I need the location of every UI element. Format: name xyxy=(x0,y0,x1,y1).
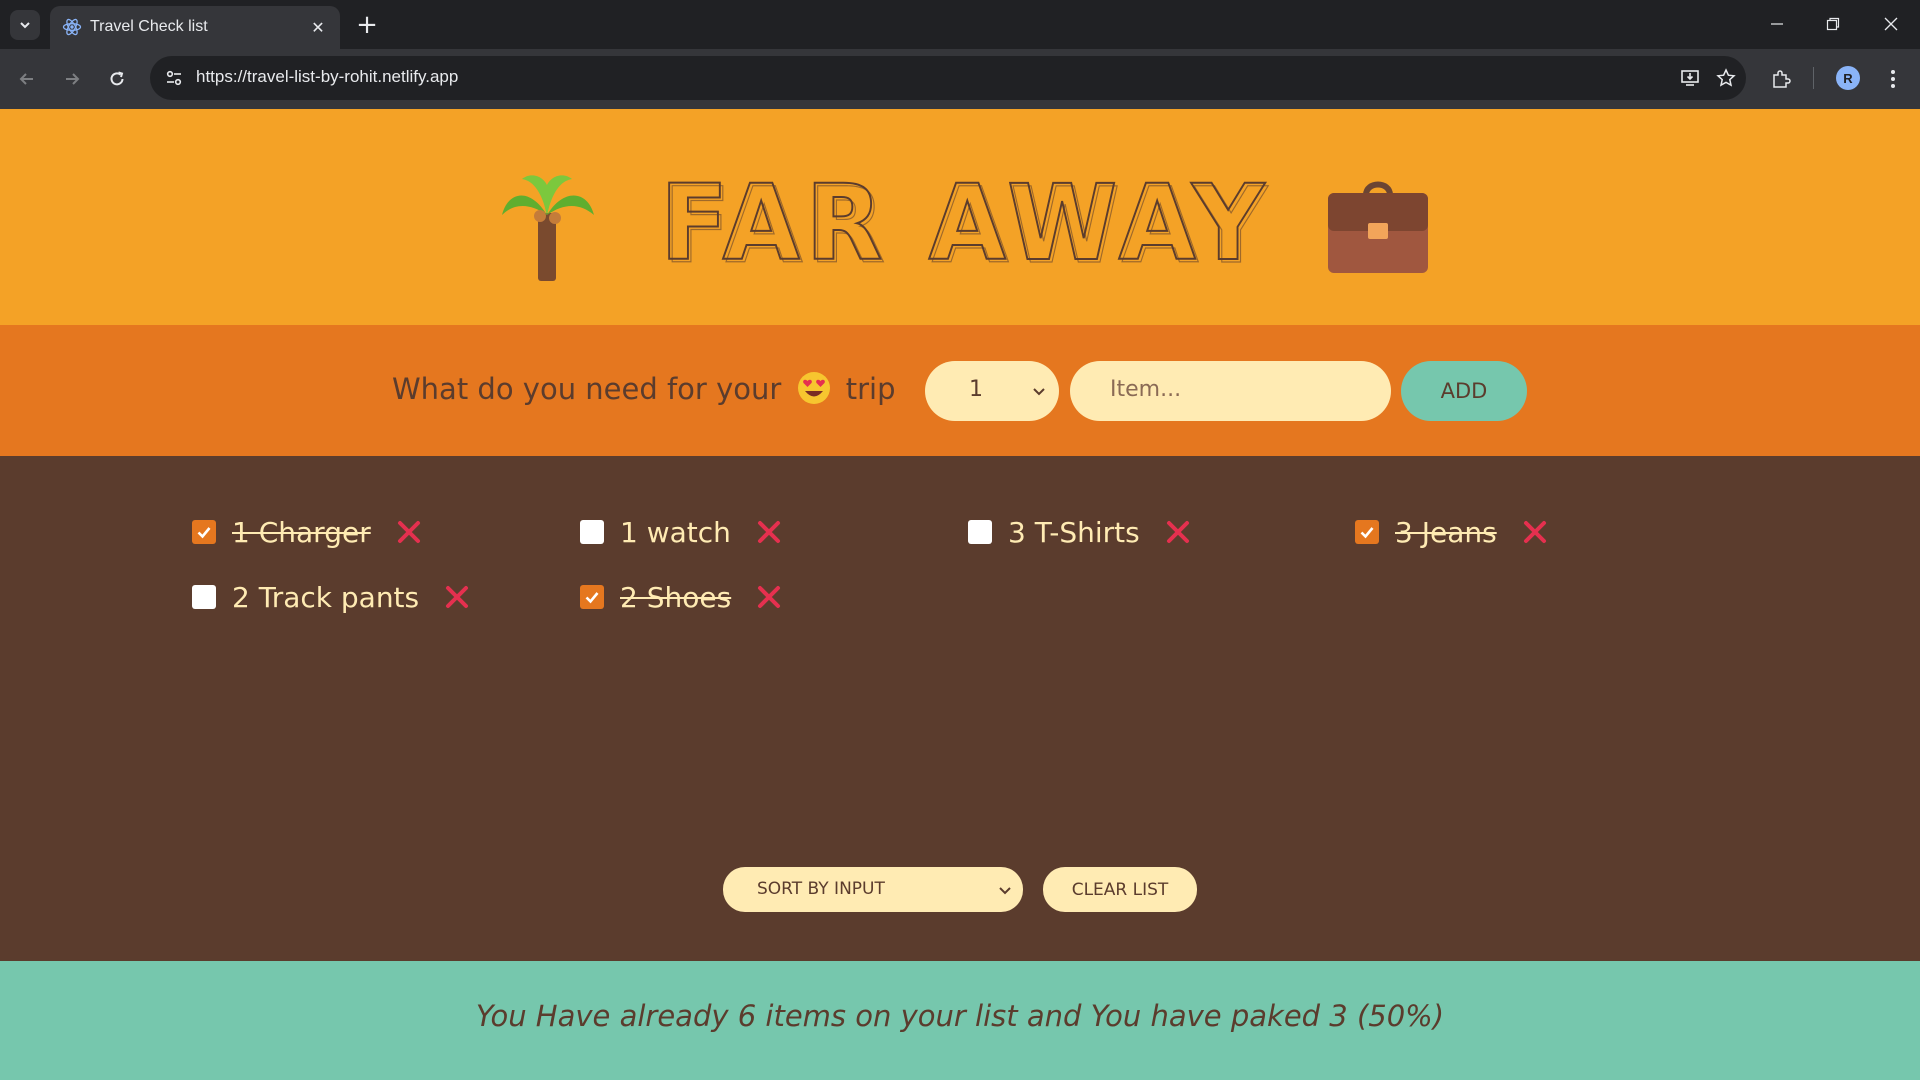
forward-icon[interactable] xyxy=(55,62,89,96)
checkmark-icon xyxy=(585,592,599,604)
delete-x-icon[interactable] xyxy=(1164,518,1192,546)
app-header: FAR AWAY FAR AWAY xyxy=(0,109,1920,325)
svg-text:FAR AWAY: FAR AWAY xyxy=(663,175,1273,271)
delete-x-icon[interactable] xyxy=(755,518,783,546)
browser-tab-bar: Travel Check list ✕ + xyxy=(0,0,1920,49)
red-x-icon xyxy=(758,586,781,608)
delete-x-icon[interactable] xyxy=(1521,518,1549,546)
palm-tree-icon xyxy=(502,175,594,281)
delete-x-icon[interactable] xyxy=(443,583,471,611)
site-info-icon[interactable] xyxy=(158,62,190,94)
checkmark-icon xyxy=(197,527,211,539)
clear-list-button[interactable]: CLEAR LIST xyxy=(1043,867,1197,912)
form-question-prefix: What do you need for your xyxy=(392,372,782,406)
tab-search-button[interactable] xyxy=(10,10,40,40)
minimize-icon[interactable] xyxy=(1754,6,1800,42)
browser-toolbar: https://travel-list-by-rohit.netlify.app xyxy=(0,49,1920,109)
sort-selected-value: SORT BY INPUT xyxy=(757,879,885,899)
new-tab-button[interactable]: + xyxy=(352,10,382,40)
delete-x-icon[interactable] xyxy=(395,518,423,546)
install-app-icon[interactable] xyxy=(1674,62,1706,94)
stats-footer: You Have already 6 items on your list an… xyxy=(0,961,1920,1080)
packed-checkbox[interactable] xyxy=(192,585,216,609)
red-x-icon xyxy=(397,521,420,543)
item-label: 3 T-Shirts xyxy=(1008,515,1140,549)
delete-x-icon[interactable] xyxy=(755,583,783,611)
list-item: 2 Shoes xyxy=(580,577,783,617)
packed-checkbox[interactable] xyxy=(580,520,604,544)
checkmark-icon xyxy=(1360,527,1374,539)
toolbar-divider xyxy=(1813,67,1814,89)
packing-list: 1 Charger 1 watch 3 T-Shirts 3 Jeans 2 T… xyxy=(0,456,1920,961)
list-item: 3 Jeans xyxy=(1355,512,1549,552)
red-x-icon xyxy=(1523,521,1546,543)
form-question-suffix: trip xyxy=(845,372,896,406)
more-menu-icon[interactable] xyxy=(1876,62,1910,96)
item-label: 1 Charger xyxy=(232,515,371,549)
heart-eyes-emoji-icon xyxy=(797,372,830,404)
red-x-icon xyxy=(1166,521,1189,543)
item-input[interactable]: Item... xyxy=(1070,361,1391,421)
packed-checkbox[interactable] xyxy=(192,520,216,544)
packed-checkbox[interactable] xyxy=(968,520,992,544)
chevron-down-icon xyxy=(999,887,1011,895)
item-label: 3 Jeans xyxy=(1395,515,1497,549)
quantity-value: 1 xyxy=(969,377,983,402)
extensions-puzzle-icon[interactable] xyxy=(1764,62,1798,96)
bookmark-star-icon[interactable] xyxy=(1710,62,1742,94)
red-x-icon xyxy=(757,521,780,543)
list-item: 2 Track pants xyxy=(192,577,471,617)
back-icon[interactable] xyxy=(10,62,44,96)
briefcase-icon xyxy=(1328,181,1428,273)
app-title: FAR AWAY FAR AWAY xyxy=(659,175,1273,271)
close-tab-icon[interactable]: ✕ xyxy=(306,15,330,39)
item-label: 1 watch xyxy=(620,515,731,549)
browser-tab-active[interactable]: Travel Check list ✕ xyxy=(50,6,340,49)
stats-text: You Have already 6 items on your list an… xyxy=(475,999,1445,1033)
react-favicon-icon xyxy=(62,18,82,36)
add-item-form: What do you need for your trip 1 Item...… xyxy=(0,325,1920,456)
item-label: 2 Shoes xyxy=(620,580,732,614)
sort-select[interactable]: SORT BY INPUT xyxy=(723,867,1023,912)
add-button[interactable]: ADD xyxy=(1401,361,1527,421)
chevron-down-icon xyxy=(1033,388,1045,396)
tab-title: Travel Check list xyxy=(90,18,208,35)
chevron-down-icon xyxy=(20,22,30,29)
address-bar[interactable]: https://travel-list-by-rohit.netlify.app xyxy=(150,56,1746,100)
form-question: What do you need for your trip xyxy=(392,371,895,406)
list-item: 3 T-Shirts xyxy=(968,512,1192,552)
profile-avatar[interactable]: R xyxy=(1836,66,1860,90)
restore-icon[interactable] xyxy=(1810,6,1856,42)
red-x-icon xyxy=(446,586,469,608)
packed-checkbox[interactable] xyxy=(580,585,604,609)
item-label: 2 Track pants xyxy=(232,580,420,614)
reload-icon[interactable] xyxy=(100,62,134,96)
list-item: 1 watch xyxy=(580,512,783,552)
close-window-icon[interactable] xyxy=(1868,6,1914,42)
url-text: https://travel-list-by-rohit.netlify.app xyxy=(196,67,459,86)
quantity-select[interactable]: 1 xyxy=(925,361,1059,421)
packed-checkbox[interactable] xyxy=(1355,520,1379,544)
item-input-placeholder: Item... xyxy=(1110,377,1182,402)
list-item: 1 Charger xyxy=(192,512,423,552)
